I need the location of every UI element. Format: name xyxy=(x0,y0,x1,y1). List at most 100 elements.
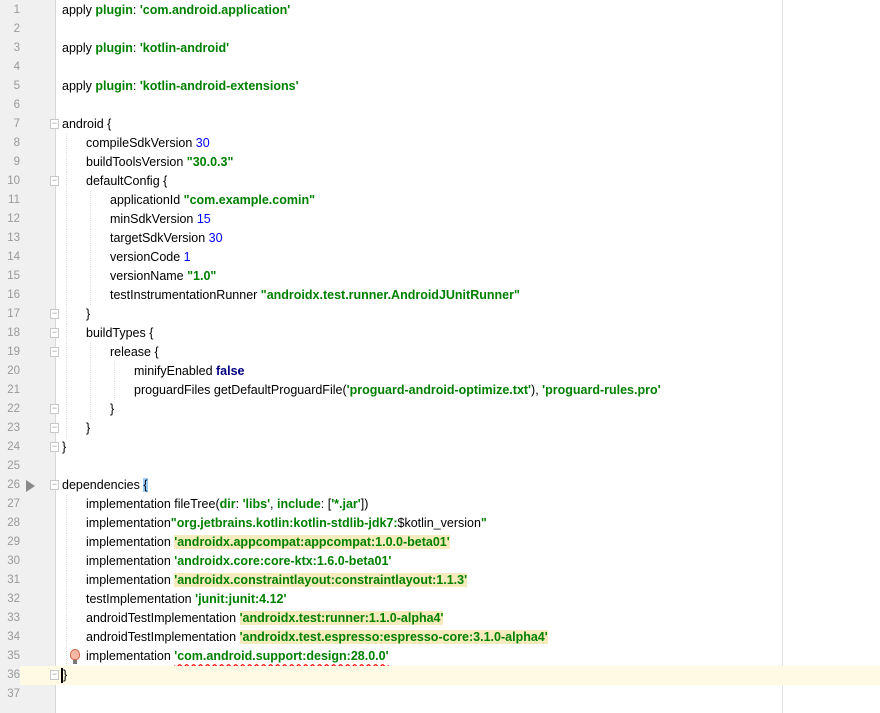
code-line[interactable]: 12 minSdkVersion 15 xyxy=(0,210,880,229)
fold-toggle-icon[interactable]: − xyxy=(50,404,59,414)
code-token: versionCode xyxy=(110,250,184,264)
indent-guide xyxy=(66,286,68,305)
line-number: 18 xyxy=(7,327,20,339)
code-token: : xyxy=(235,497,243,511)
code-line[interactable]: 14 versionCode 1 xyxy=(0,248,880,267)
code-line[interactable]: 19 − release { xyxy=(0,343,880,362)
code-text: apply plugin: 'kotlin-android-extensions… xyxy=(62,77,299,96)
named-argument: dir xyxy=(219,497,236,511)
string-literal: 'androidx.test.espresso:espresso-core:3.… xyxy=(239,630,548,644)
code-text: release { xyxy=(110,343,159,362)
line-number: 10 xyxy=(7,175,20,187)
code-token: androidTestImplementation xyxy=(86,611,240,625)
code-line[interactable]: 35 implementation 'com.android.support:de… xyxy=(0,647,880,666)
named-argument: include xyxy=(277,497,321,511)
string-literal: 'androidx.core:core-ktx:1.6.0-beta01' xyxy=(174,554,392,568)
fold-toggle-icon[interactable]: − xyxy=(50,423,59,433)
code-line[interactable]: 34 androidTestImplementation 'androidx.te… xyxy=(0,628,880,647)
code-token: androidTestImplementation xyxy=(86,630,240,644)
indent-guide xyxy=(66,647,68,666)
fold-toggle-icon[interactable]: − xyxy=(50,480,59,490)
code-token: buildToolsVersion xyxy=(86,155,187,169)
code-line[interactable]: 22 −} xyxy=(0,400,880,419)
indent-guide xyxy=(66,362,68,381)
line-number: 13 xyxy=(7,232,20,244)
code-line[interactable]: 32 testImplementation 'junit:junit:4.12' xyxy=(0,590,880,609)
line-number: 6 xyxy=(13,99,20,111)
code-text: android { xyxy=(62,115,111,134)
run-gutter-icon[interactable] xyxy=(26,480,35,492)
code-line[interactable]: 3 apply plugin: 'kotlin-android' xyxy=(0,39,880,58)
code-line[interactable]: 26 − dependencies { xyxy=(0,476,880,495)
line-number: 29 xyxy=(7,536,20,548)
code-line[interactable]: 7 − android { xyxy=(0,115,880,134)
line-number: 26 xyxy=(7,479,20,491)
code-line[interactable]: 16 testInstrumentationRunner "androidx.te… xyxy=(0,286,880,305)
code-editor[interactable]: 1 apply plugin: 'com.android.application'… xyxy=(0,1,880,704)
fold-toggle-icon[interactable]: − xyxy=(50,442,59,452)
string-literal: 'com.android.application' xyxy=(139,3,291,17)
line-number: 4 xyxy=(13,61,20,73)
code-line[interactable]: 9 buildToolsVersion "30.0.3" xyxy=(0,153,880,172)
line-number: 9 xyxy=(13,156,20,168)
fold-toggle-icon[interactable]: − xyxy=(50,328,59,338)
indent-guide xyxy=(66,381,68,400)
code-line[interactable]: 11 applicationId "com.example.comin" xyxy=(0,191,880,210)
code-line[interactable]: 29 implementation 'androidx.appcompat:app… xyxy=(0,533,880,552)
code-line[interactable]: 24 −} xyxy=(0,438,880,457)
indent-guide xyxy=(66,134,68,153)
line-number: 5 xyxy=(13,80,20,92)
code-text: implementation 'com.android.support:desi… xyxy=(86,647,389,666)
code-line[interactable]: 30 implementation 'androidx.core:core-ktx… xyxy=(0,552,880,571)
code-line[interactable]: 6 xyxy=(0,96,880,115)
code-line[interactable]: 28 implementation"org.jetbrains.kotlin:ko… xyxy=(0,514,880,533)
code-line[interactable]: 5 apply plugin: 'kotlin-android-extension… xyxy=(0,77,880,96)
code-line[interactable]: 10 − defaultConfig { xyxy=(0,172,880,191)
fold-toggle-icon[interactable]: − xyxy=(50,670,59,680)
code-line[interactable]: 31 implementation 'androidx.constraintlay… xyxy=(0,571,880,590)
code-text: testImplementation 'junit:junit:4.12' xyxy=(86,590,286,609)
named-argument: plugin xyxy=(95,41,133,55)
code-line[interactable]: 13 targetSdkVersion 30 xyxy=(0,229,880,248)
line-number: 11 xyxy=(8,194,20,206)
code-line[interactable]: 4 xyxy=(0,58,880,77)
code-line[interactable]: 20 minifyEnabled false xyxy=(0,362,880,381)
fold-toggle-icon[interactable]: − xyxy=(50,119,59,129)
code-text: implementation"org.jetbrains.kotlin:kotl… xyxy=(86,514,487,533)
line-number: 7 xyxy=(13,118,20,130)
string-literal: 'proguard-rules.pro' xyxy=(542,383,661,397)
code-token: ]) xyxy=(360,497,369,511)
code-line[interactable]: 8 compileSdkVersion 30 xyxy=(0,134,880,153)
indent-guide xyxy=(90,362,92,381)
code-line[interactable]: 18 − buildTypes { xyxy=(0,324,880,343)
fold-toggle-icon[interactable]: − xyxy=(50,176,59,186)
line-number: 22 xyxy=(7,403,20,415)
code-line[interactable]: 21 proguardFiles getDefaultProguardFile('… xyxy=(0,381,880,400)
string-literal: "1.0" xyxy=(187,269,217,283)
code-line[interactable]: 23 −} xyxy=(0,419,880,438)
code-token: buildTypes { xyxy=(86,326,154,340)
code-text: apply plugin: 'com.android.application' xyxy=(62,1,290,20)
code-token: android { xyxy=(62,117,112,131)
code-line[interactable]: 1 apply plugin: 'com.android.application' xyxy=(0,1,880,20)
string-literal: "30.0.3" xyxy=(186,155,234,169)
code-token: $kotlin_version xyxy=(397,516,481,530)
indent-guide xyxy=(66,153,68,172)
code-token: : xyxy=(132,41,140,55)
indent-guide xyxy=(66,343,68,362)
fold-toggle-icon[interactable]: − xyxy=(50,347,59,357)
string-literal: 'kotlin-android' xyxy=(139,41,230,55)
lightbulb-icon[interactable] xyxy=(70,649,80,664)
code-line[interactable]: 36 −} xyxy=(0,666,880,685)
code-line[interactable]: 25 xyxy=(0,457,880,476)
code-token: } xyxy=(110,402,115,416)
code-line[interactable]: 17 −} xyxy=(0,305,880,324)
code-line[interactable]: 27 implementation fileTree(dir: 'libs', i… xyxy=(0,495,880,514)
code-line[interactable]: 15 versionName "1.0" xyxy=(0,267,880,286)
code-line[interactable]: 2 xyxy=(0,20,880,39)
line-number: 35 xyxy=(7,650,20,662)
indent-guide xyxy=(66,400,68,419)
code-line[interactable]: 37 xyxy=(0,685,880,704)
fold-toggle-icon[interactable]: − xyxy=(50,309,59,319)
code-line[interactable]: 33 androidTestImplementation 'androidx.te… xyxy=(0,609,880,628)
